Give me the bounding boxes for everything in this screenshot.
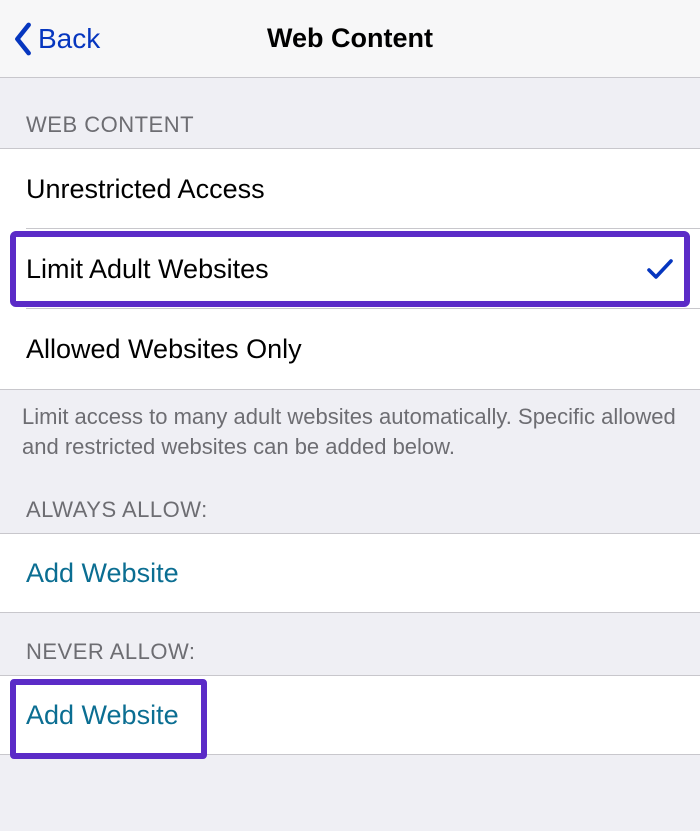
option-limit-adult-websites[interactable]: Limit Adult Websites — [0, 229, 700, 309]
nav-bar: Back Web Content — [0, 0, 700, 78]
back-label: Back — [38, 23, 100, 55]
add-website-always-allow[interactable]: Add Website — [0, 533, 700, 613]
add-website-never-allow[interactable]: Add Website — [0, 675, 700, 755]
section-header-always-allow: ALWAYS ALLOW: — [0, 471, 700, 533]
option-label: Limit Adult Websites — [26, 254, 269, 285]
checkmark-icon — [646, 257, 674, 281]
option-unrestricted-access[interactable]: Unrestricted Access — [0, 149, 700, 229]
chevron-left-icon — [12, 22, 34, 56]
section-footer-web-content: Limit access to many adult websites auto… — [0, 390, 700, 471]
section-header-never-allow: NEVER ALLOW: — [0, 613, 700, 675]
option-allowed-websites-only[interactable]: Allowed Websites Only — [0, 309, 700, 389]
back-button[interactable]: Back — [0, 22, 100, 56]
option-label: Allowed Websites Only — [26, 334, 302, 365]
add-website-label: Add Website — [26, 558, 179, 589]
section-header-web-content: WEB CONTENT — [0, 78, 700, 148]
page-title: Web Content — [267, 23, 433, 54]
web-content-options: Unrestricted Access Limit Adult Websites… — [0, 148, 700, 390]
option-label: Unrestricted Access — [26, 174, 265, 205]
add-website-label: Add Website — [26, 700, 179, 731]
